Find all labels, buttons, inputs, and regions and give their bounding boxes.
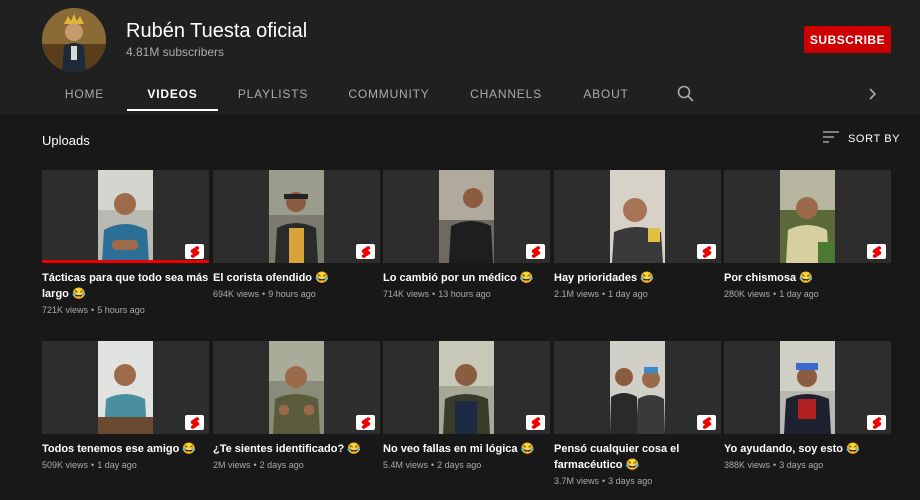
video-card[interactable]: Tácticas para que todo sea más largo 😂 7… bbox=[42, 170, 209, 315]
view-count: 280K views bbox=[724, 289, 771, 299]
section-title: Uploads bbox=[42, 133, 90, 148]
upload-age: 2 days ago bbox=[437, 460, 482, 470]
view-count: 721K views bbox=[42, 305, 89, 315]
upload-age: 1 day ago bbox=[97, 460, 137, 470]
view-count: 2.1M views bbox=[554, 289, 600, 299]
video-thumbnail[interactable] bbox=[554, 170, 721, 263]
video-title[interactable]: El corista ofendido 😂 bbox=[213, 270, 380, 286]
thumbnail-frame bbox=[610, 170, 665, 263]
video-thumbnail[interactable] bbox=[42, 341, 209, 434]
shorts-icon bbox=[185, 244, 204, 259]
sort-icon bbox=[823, 131, 839, 146]
active-tab-indicator bbox=[127, 109, 218, 111]
video-thumbnail[interactable] bbox=[724, 170, 891, 263]
view-count: 694K views bbox=[213, 289, 260, 299]
video-card[interactable]: Lo cambió por un médico 😂 714K views • 13 … bbox=[383, 170, 550, 299]
thumbnail-frame bbox=[439, 170, 494, 263]
thumbnail-frame bbox=[269, 341, 324, 434]
upload-age: 5 hours ago bbox=[97, 305, 145, 315]
video-meta: 2.1M views • 1 day ago bbox=[554, 289, 648, 299]
video-card[interactable]: No veo fallas en mi lógica 😂 5.4M views •… bbox=[383, 341, 550, 470]
video-title[interactable]: Pensó cualquier cosa el farmacéutico 😂 bbox=[554, 441, 721, 473]
video-meta: 714K views • 13 hours ago bbox=[383, 289, 491, 299]
video-card[interactable]: Todos tenemos ese amigo 😂 509K views • 1 d… bbox=[42, 341, 209, 470]
upload-age: 2 days ago bbox=[259, 460, 304, 470]
video-thumbnail[interactable] bbox=[213, 341, 380, 434]
video-meta: 694K views • 9 hours ago bbox=[213, 289, 316, 299]
thumbnail-frame bbox=[98, 170, 153, 263]
thumbnail-frame bbox=[610, 341, 665, 434]
subscribe-button[interactable]: SUBSCRIBE bbox=[804, 26, 891, 53]
thumbnail-frame bbox=[780, 341, 835, 434]
subscriber-count: 4.81M subscribers bbox=[126, 45, 225, 59]
video-title[interactable]: Hay prioridades 😂 bbox=[554, 270, 721, 286]
channel-name: Rubén Tuesta oficial bbox=[126, 20, 308, 42]
tab-channels[interactable]: CHANNELS bbox=[460, 78, 552, 110]
view-count: 5.4M views bbox=[383, 460, 429, 470]
sort-by-label: SORT BY bbox=[848, 132, 901, 145]
video-thumbnail[interactable] bbox=[724, 341, 891, 434]
channel-header: Rubén Tuesta oficial 4.81M subscribers S… bbox=[0, 0, 920, 115]
thumbnail-frame bbox=[780, 170, 835, 263]
video-card[interactable]: Por chismosa 😂 280K views • 1 day ago bbox=[724, 170, 891, 299]
tab-about[interactable]: ABOUT bbox=[570, 78, 642, 110]
upload-age: 1 day ago bbox=[608, 289, 648, 299]
shorts-icon bbox=[356, 415, 375, 430]
shorts-icon bbox=[526, 415, 545, 430]
video-card[interactable]: Yo ayudando, soy esto 😂 388K views • 3 day… bbox=[724, 341, 891, 470]
chevron-right-icon[interactable] bbox=[864, 84, 882, 104]
video-meta: 5.4M views • 2 days ago bbox=[383, 460, 482, 470]
video-card[interactable]: ¿Te sientes identificado? 😂 2M views • 2 d… bbox=[213, 341, 380, 470]
upload-age: 3 days ago bbox=[608, 476, 653, 486]
video-title[interactable]: Tácticas para que todo sea más largo 😂 bbox=[42, 270, 209, 302]
video-title[interactable]: Yo ayudando, soy esto 😂 bbox=[724, 441, 891, 457]
shorts-icon bbox=[697, 415, 716, 430]
upload-age: 13 hours ago bbox=[438, 289, 491, 299]
video-thumbnail[interactable] bbox=[383, 341, 550, 434]
view-count: 509K views bbox=[42, 460, 89, 470]
shorts-icon bbox=[867, 415, 886, 430]
tab-playlists[interactable]: PLAYLISTS bbox=[228, 78, 318, 110]
channel-avatar[interactable] bbox=[42, 8, 106, 72]
tab-videos[interactable]: VIDEOS bbox=[127, 78, 218, 110]
tab-community[interactable]: COMMUNITY bbox=[340, 78, 438, 110]
upload-age: 1 day ago bbox=[779, 289, 819, 299]
thumbnail-frame bbox=[269, 170, 324, 263]
shorts-icon bbox=[356, 244, 375, 259]
video-card[interactable]: Pensó cualquier cosa el farmacéutico 😂 3… bbox=[554, 341, 721, 486]
upload-age: 3 days ago bbox=[779, 460, 824, 470]
video-thumbnail[interactable] bbox=[42, 170, 209, 263]
view-count: 2M views bbox=[213, 460, 251, 470]
shorts-icon bbox=[867, 244, 886, 259]
video-title[interactable]: ¿Te sientes identificado? 😂 bbox=[213, 441, 380, 457]
video-title[interactable]: Por chismosa 😂 bbox=[724, 270, 891, 286]
view-count: 3.7M views bbox=[554, 476, 600, 486]
sort-by-button[interactable]: SORT BY bbox=[823, 131, 900, 146]
video-meta: 280K views • 1 day ago bbox=[724, 289, 819, 299]
upload-age: 9 hours ago bbox=[268, 289, 316, 299]
video-title[interactable]: Todos tenemos ese amigo 😂 bbox=[42, 441, 209, 457]
video-title[interactable]: No veo fallas en mi lógica 😂 bbox=[383, 441, 550, 457]
shorts-icon bbox=[526, 244, 545, 259]
thumbnail-frame bbox=[439, 341, 494, 434]
view-count: 714K views bbox=[383, 289, 430, 299]
video-thumbnail[interactable] bbox=[383, 170, 550, 263]
video-meta: 2M views • 2 days ago bbox=[213, 460, 304, 470]
video-card[interactable]: Hay prioridades 😂 2.1M views • 1 day ago bbox=[554, 170, 721, 299]
video-title[interactable]: Lo cambió por un médico 😂 bbox=[383, 270, 550, 286]
video-thumbnail[interactable] bbox=[554, 341, 721, 434]
view-count: 388K views bbox=[724, 460, 771, 470]
shorts-icon bbox=[697, 244, 716, 259]
tab-home[interactable]: HOME bbox=[42, 78, 127, 110]
video-meta: 509K views • 1 day ago bbox=[42, 460, 137, 470]
video-meta: 3.7M views • 3 days ago bbox=[554, 476, 653, 486]
video-thumbnail[interactable] bbox=[213, 170, 380, 263]
thumbnail-frame bbox=[98, 341, 153, 434]
watch-progress bbox=[42, 260, 209, 263]
video-meta: 721K views • 5 hours ago bbox=[42, 305, 145, 315]
search-icon[interactable] bbox=[676, 84, 696, 104]
video-meta: 388K views • 3 days ago bbox=[724, 460, 824, 470]
video-card[interactable]: El corista ofendido 😂 694K views • 9 hours… bbox=[213, 170, 380, 299]
shorts-icon bbox=[185, 415, 204, 430]
